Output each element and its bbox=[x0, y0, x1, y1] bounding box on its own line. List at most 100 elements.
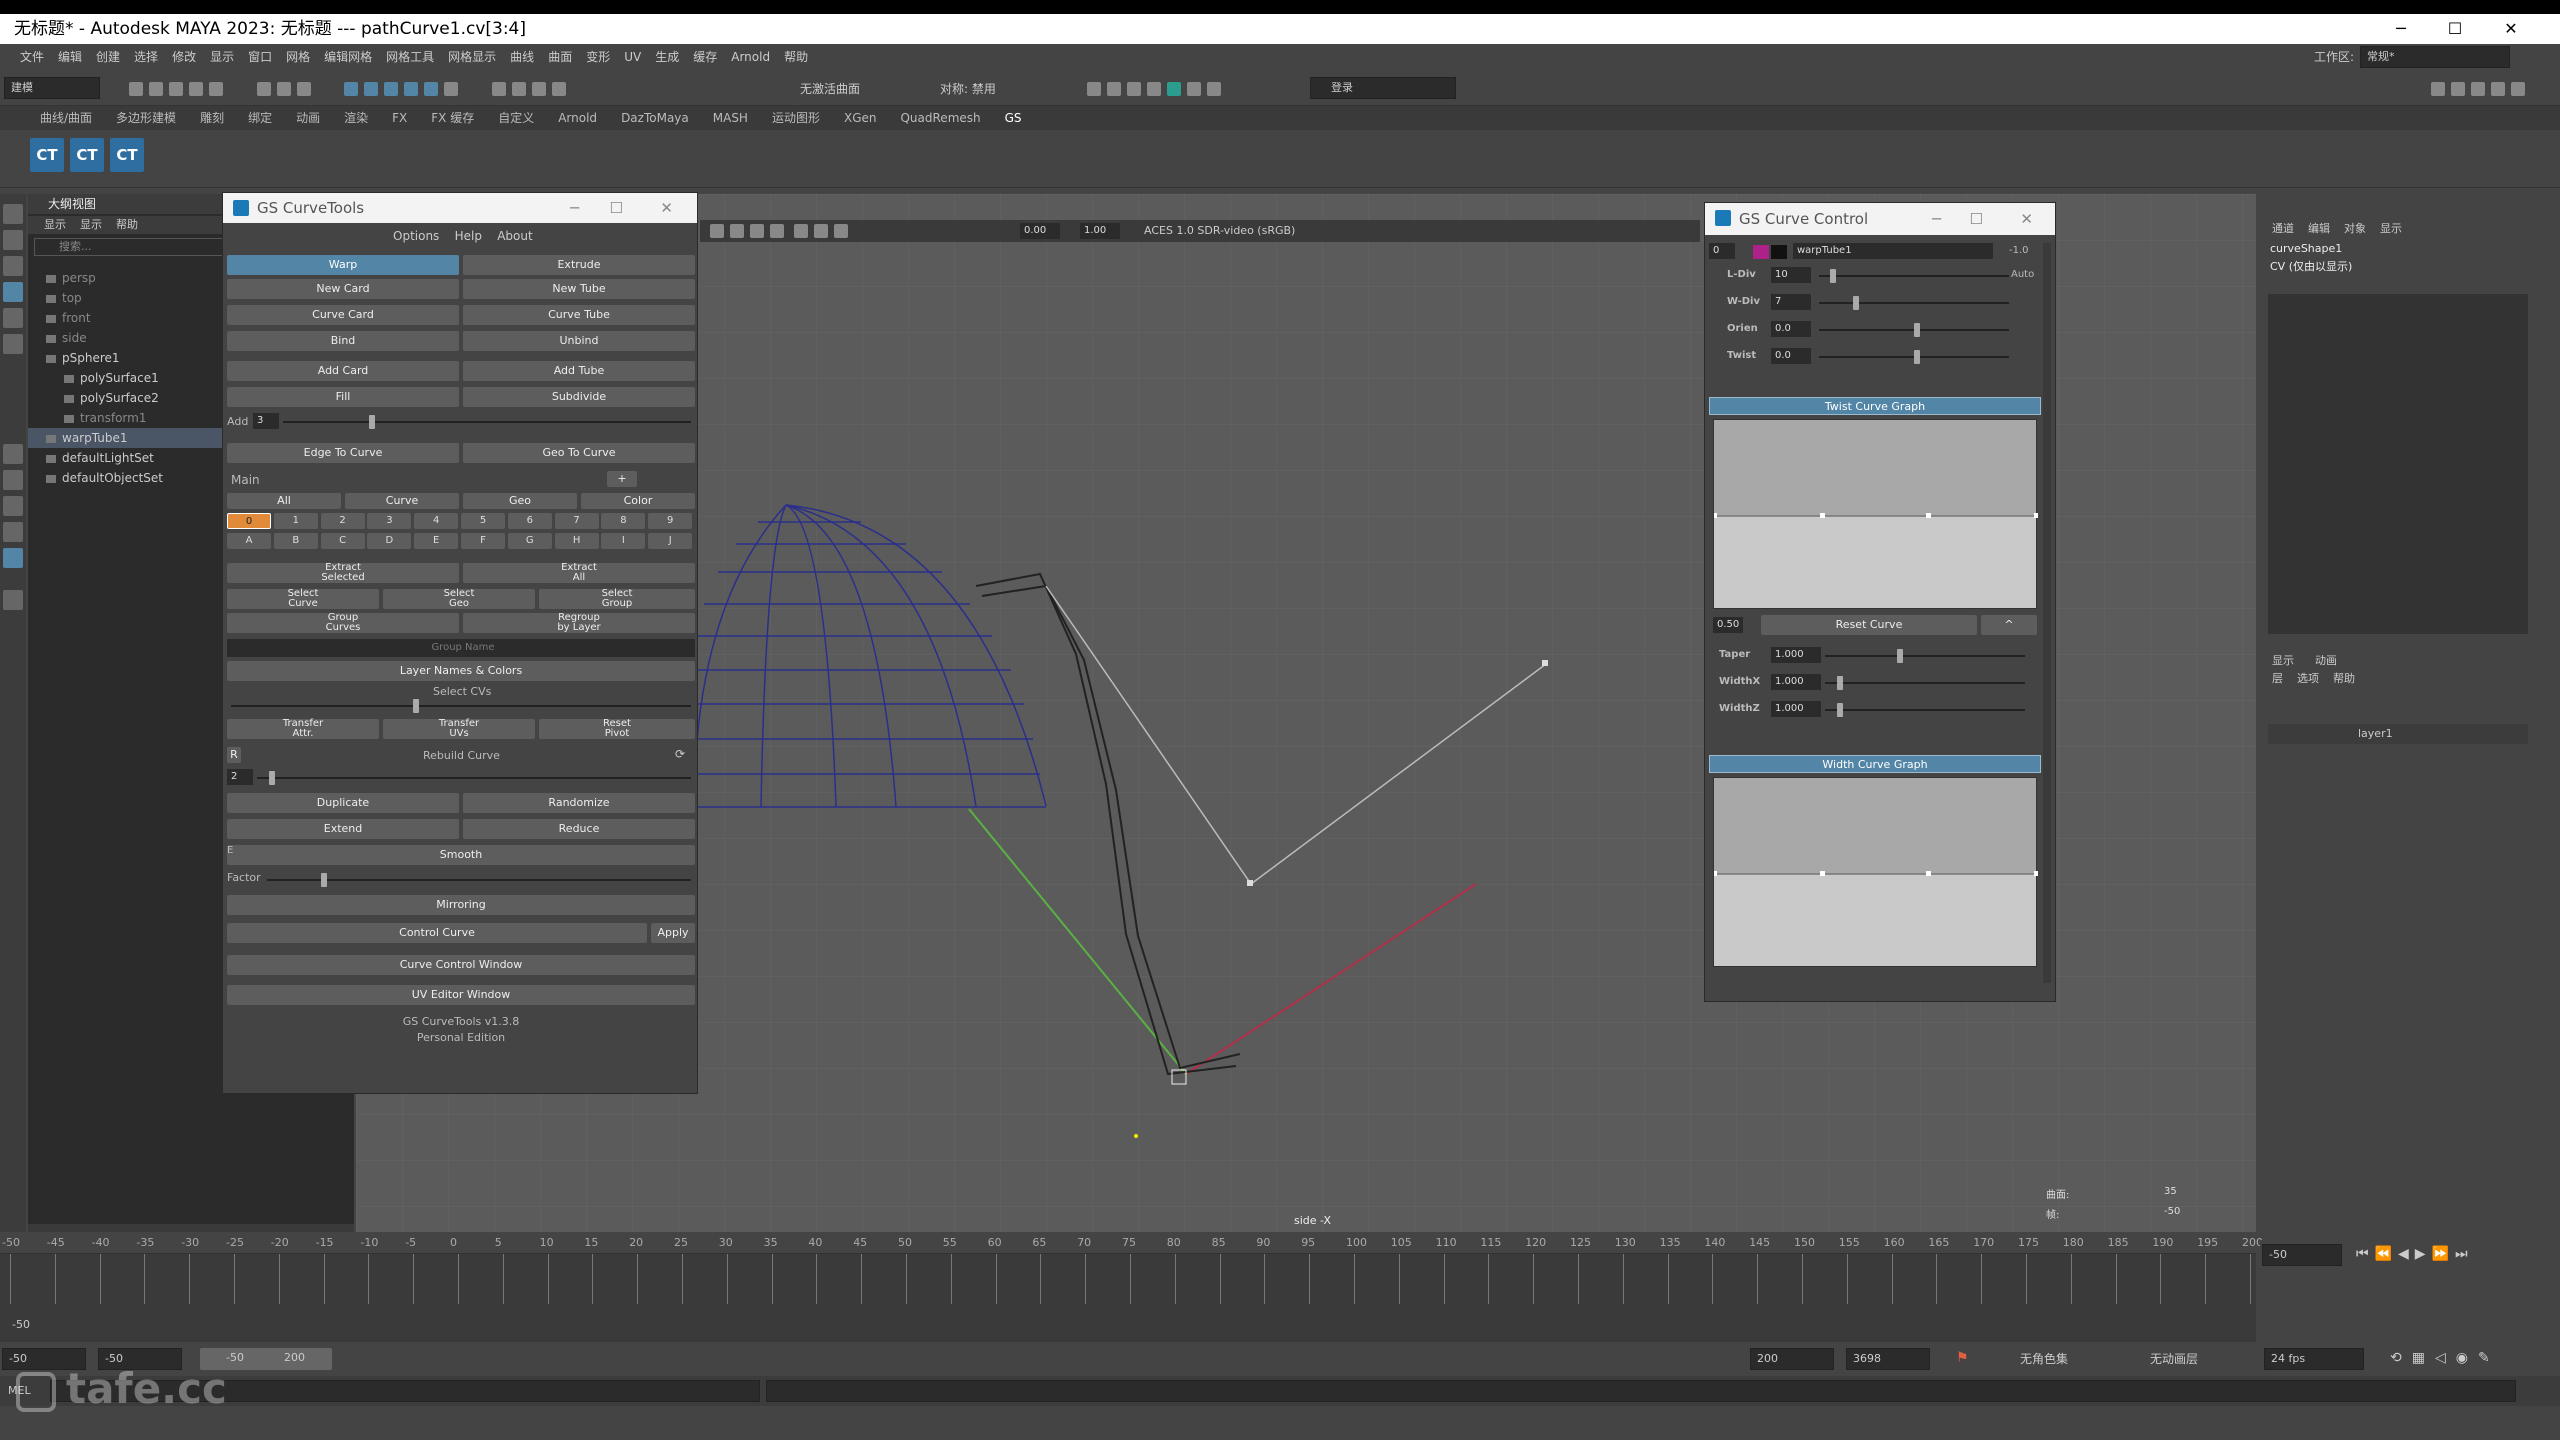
cc-slider[interactable] bbox=[1819, 302, 2009, 304]
grid-toggle-icon[interactable] bbox=[833, 224, 848, 238]
layer-button[interactable]: F bbox=[461, 533, 505, 549]
snap-plane-icon[interactable] bbox=[404, 81, 419, 96]
shelf-tab[interactable]: 曲线/曲面 bbox=[40, 111, 92, 125]
channel-menu-show[interactable]: 显示 bbox=[2380, 222, 2402, 235]
layer-button[interactable]: E bbox=[414, 533, 459, 549]
cc-value-field[interactable]: 10 bbox=[1771, 267, 1811, 283]
cc-value-field[interactable]: 0.0 bbox=[1771, 348, 1811, 364]
cc-slider[interactable] bbox=[1819, 275, 2009, 277]
layer-button[interactable]: C bbox=[320, 533, 365, 549]
select-hierarchy-icon[interactable] bbox=[256, 81, 271, 96]
filter-button[interactable]: Curve bbox=[345, 493, 459, 509]
shelf-tab[interactable]: 渲染 bbox=[344, 111, 368, 125]
menu-item[interactable]: Arnold bbox=[731, 50, 770, 64]
layer-button[interactable]: J bbox=[648, 533, 693, 549]
layer-row[interactable]: layer1 bbox=[2268, 724, 2528, 744]
shelf-tab[interactable]: 雕刻 bbox=[200, 111, 224, 125]
menu-item[interactable]: 编辑网格 bbox=[324, 50, 372, 64]
cc-slider-handle[interactable] bbox=[1914, 350, 1920, 364]
select-component-icon[interactable] bbox=[296, 81, 311, 96]
reset-curve-button[interactable]: Reset Curve bbox=[1761, 615, 1977, 635]
group-name-input[interactable]: Group Name bbox=[227, 639, 695, 657]
layer-tab-display[interactable]: 显示 bbox=[2272, 654, 2294, 667]
layer-button[interactable]: D bbox=[367, 533, 412, 549]
layer-button[interactable]: A bbox=[227, 533, 271, 549]
bind-button[interactable]: Bind bbox=[227, 331, 459, 351]
new-tube-button[interactable]: New Tube bbox=[463, 279, 695, 299]
rotate-tool-icon[interactable] bbox=[3, 308, 23, 328]
layout-icon[interactable] bbox=[2511, 81, 2525, 96]
wireframe-icon[interactable] bbox=[730, 224, 744, 238]
layer-menu-options[interactable]: 选项 bbox=[2297, 672, 2319, 685]
rebuild-r-button[interactable]: R bbox=[227, 747, 241, 763]
select-geo-button[interactable]: Select Geo bbox=[383, 589, 535, 609]
channel-box-icon[interactable] bbox=[2491, 81, 2505, 96]
layer-button[interactable]: G bbox=[507, 533, 552, 549]
geo-to-curve-button[interactable]: Geo To Curve bbox=[463, 443, 695, 463]
paint-tool-icon[interactable] bbox=[3, 256, 23, 276]
menu-item[interactable]: 网格显示 bbox=[448, 50, 496, 64]
apply-button[interactable]: Apply bbox=[651, 923, 695, 943]
gamma-field[interactable]: 1.00 bbox=[1080, 223, 1120, 239]
filter-button[interactable]: Color bbox=[581, 493, 695, 509]
fill-button[interactable]: Fill bbox=[227, 387, 459, 407]
shelf-ct-ui-button[interactable]: CT bbox=[30, 138, 64, 172]
select-tool-icon[interactable] bbox=[3, 204, 23, 224]
character-set-select[interactable]: 无角色集 bbox=[2020, 1350, 2068, 1367]
reset-pivot-button[interactable]: Reset Pivot bbox=[539, 719, 695, 739]
minimize-button[interactable]: ─ bbox=[2378, 14, 2424, 44]
arnold-render-icon[interactable] bbox=[1187, 81, 1201, 96]
cc-slider-handle[interactable] bbox=[1837, 703, 1843, 717]
redo-icon[interactable] bbox=[209, 81, 223, 96]
shelf-tab[interactable]: QuadRemesh bbox=[900, 111, 980, 125]
output-ops-icon[interactable] bbox=[551, 81, 566, 96]
layout-persp-icon[interactable] bbox=[3, 522, 23, 542]
layer-names-colors-button[interactable]: Layer Names & Colors bbox=[227, 661, 695, 681]
layer-button[interactable]: 0 bbox=[227, 513, 271, 529]
input-ops-icon[interactable] bbox=[531, 81, 546, 96]
menu-item[interactable]: UV bbox=[624, 50, 641, 64]
new-scene-icon[interactable] bbox=[129, 81, 143, 96]
modeling-toolkit-icon[interactable] bbox=[2431, 81, 2445, 96]
index-select[interactable]: 0 bbox=[1709, 243, 1735, 259]
curve-control-window-button[interactable]: Curve Control Window bbox=[227, 955, 695, 975]
time-slider[interactable]: -50 -45 -40 -35 -30 -25 -20 -15 -10 -5 0 5 10 15 20 25 3… bbox=[0, 1232, 2263, 1342]
extract-selected-button[interactable]: Extract Selected bbox=[227, 563, 459, 583]
twist-curve-graph[interactable] bbox=[1713, 419, 2038, 609]
select-cvs-handle[interactable] bbox=[413, 699, 419, 713]
cc-slider-handle[interactable] bbox=[1914, 323, 1920, 337]
shelf-tab[interactable]: DazToMaya bbox=[621, 111, 689, 125]
layer-button[interactable]: 8 bbox=[601, 513, 646, 529]
shelf-tab[interactable]: Arnold bbox=[558, 111, 597, 125]
outliner-menu-help[interactable]: 帮助 bbox=[116, 218, 138, 231]
cc-value-field[interactable]: 7 bbox=[1771, 294, 1811, 310]
move-tool-icon[interactable] bbox=[3, 282, 23, 302]
menu-item[interactable]: 帮助 bbox=[784, 50, 808, 64]
cc-slider-handle[interactable] bbox=[1853, 296, 1860, 310]
symmetry-label[interactable]: 对称: 禁用 bbox=[940, 80, 996, 97]
select-object-icon[interactable] bbox=[276, 81, 291, 96]
snap-point-icon[interactable] bbox=[384, 81, 399, 96]
construction-icon[interactable] bbox=[511, 81, 526, 96]
regroup-by-layer-button[interactable]: Regroup by Layer bbox=[463, 613, 695, 633]
object-name-field[interactable]: warpTube1 bbox=[1793, 243, 1993, 259]
duplicate-button[interactable]: Duplicate bbox=[227, 793, 459, 813]
menu-item[interactable]: 选择 bbox=[134, 50, 158, 64]
transfer-attr-button[interactable]: Transfer Attr. bbox=[227, 719, 379, 739]
select-cvs-slider[interactable] bbox=[231, 705, 691, 707]
arnold-stop-icon[interactable] bbox=[1207, 81, 1221, 96]
cc-slider[interactable] bbox=[1825, 682, 2025, 684]
login-button[interactable]: 登录 bbox=[1310, 77, 1456, 99]
shelf-tab[interactable]: FX 缓存 bbox=[431, 111, 474, 125]
rebuild-field[interactable]: 2 bbox=[227, 769, 253, 785]
lasso-tool-icon[interactable] bbox=[3, 230, 23, 250]
cv-point[interactable] bbox=[1247, 880, 1253, 886]
shelf-tab[interactable]: 运动图形 bbox=[772, 111, 820, 125]
add-slider-handle[interactable] bbox=[369, 415, 375, 429]
tool-settings-icon[interactable] bbox=[2471, 81, 2485, 96]
history-icon[interactable] bbox=[491, 81, 506, 96]
ct-menu-about[interactable]: About bbox=[497, 229, 532, 243]
edge-to-curve-button[interactable]: Edge To Curve bbox=[227, 443, 459, 463]
colorspace-select[interactable]: ACES 1.0 SDR-video (sRGB) bbox=[1144, 220, 1295, 242]
menu-item[interactable]: 网格 bbox=[286, 50, 310, 64]
